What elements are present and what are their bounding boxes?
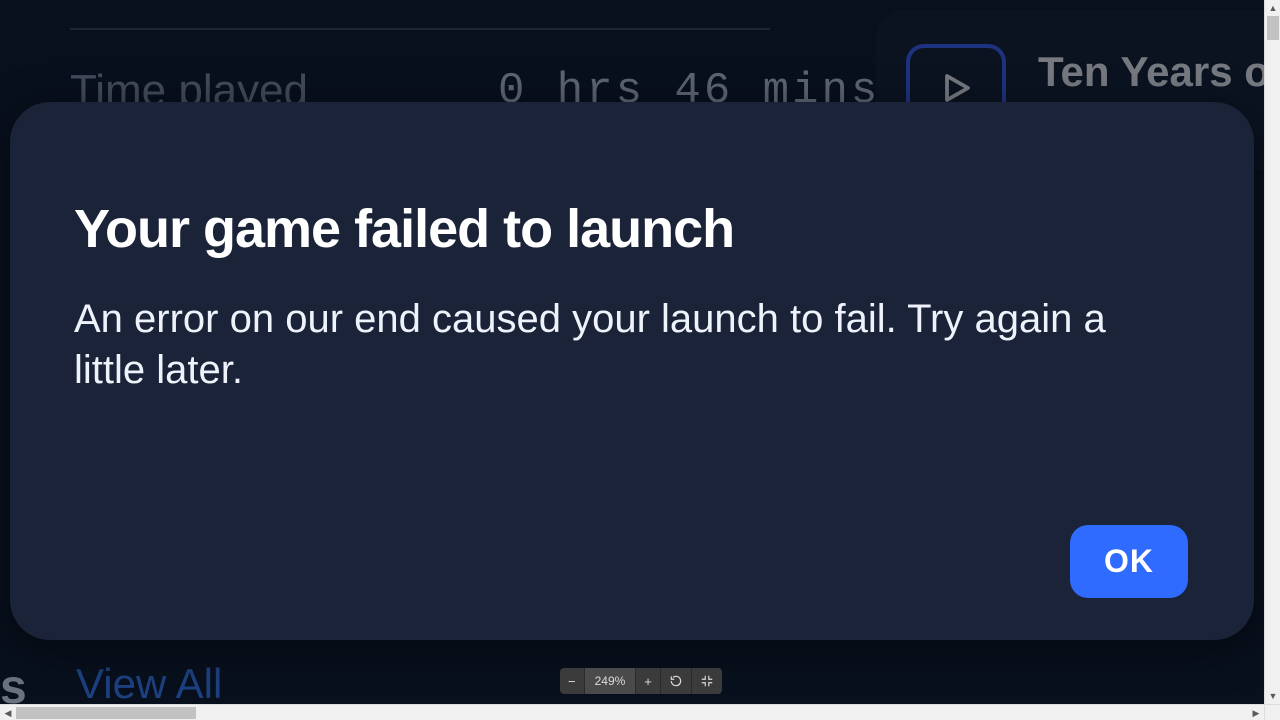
collapse-icon [700, 674, 714, 688]
promo-card-title: Ten Years of Ma [1038, 48, 1264, 96]
scroll-up-arrow-icon[interactable]: ▲ [1265, 0, 1280, 16]
vertical-scroll-track[interactable] [1265, 16, 1280, 688]
horizontal-scroll-thumb[interactable] [16, 707, 196, 719]
horizontal-scrollbar[interactable]: ◀ ▶ [0, 704, 1264, 720]
scroll-down-arrow-icon[interactable]: ▼ [1265, 688, 1280, 704]
view-all-link[interactable]: View All [76, 660, 222, 704]
zoom-out-button[interactable]: − [560, 668, 585, 694]
scroll-left-arrow-icon[interactable]: ◀ [0, 705, 16, 720]
dialog-actions: OK [1070, 525, 1188, 598]
scrollbar-corner [1264, 704, 1280, 720]
image-viewer-toolbar: − 249% + [560, 668, 722, 694]
zoom-in-button[interactable]: + [636, 668, 661, 694]
section-heading-fragment: s [0, 660, 27, 704]
fit-screen-button[interactable] [692, 668, 722, 694]
rotate-icon [669, 674, 683, 688]
stats-divider [70, 28, 770, 30]
vertical-scroll-thumb[interactable] [1267, 16, 1279, 40]
zoom-level: 249% [585, 668, 637, 694]
rotate-button[interactable] [661, 668, 692, 694]
dialog-body: An error on our end caused your launch t… [74, 294, 1134, 396]
scroll-right-arrow-icon[interactable]: ▶ [1248, 705, 1264, 720]
error-dialog: Your game failed to launch An error on o… [10, 102, 1254, 640]
dialog-title: Your game failed to launch [74, 198, 1190, 260]
app-viewport: Time played 0 hrs 46 mins Ten Years of M… [0, 0, 1264, 704]
vertical-scrollbar[interactable]: ▲ ▼ [1264, 0, 1280, 704]
ok-button[interactable]: OK [1070, 525, 1188, 598]
